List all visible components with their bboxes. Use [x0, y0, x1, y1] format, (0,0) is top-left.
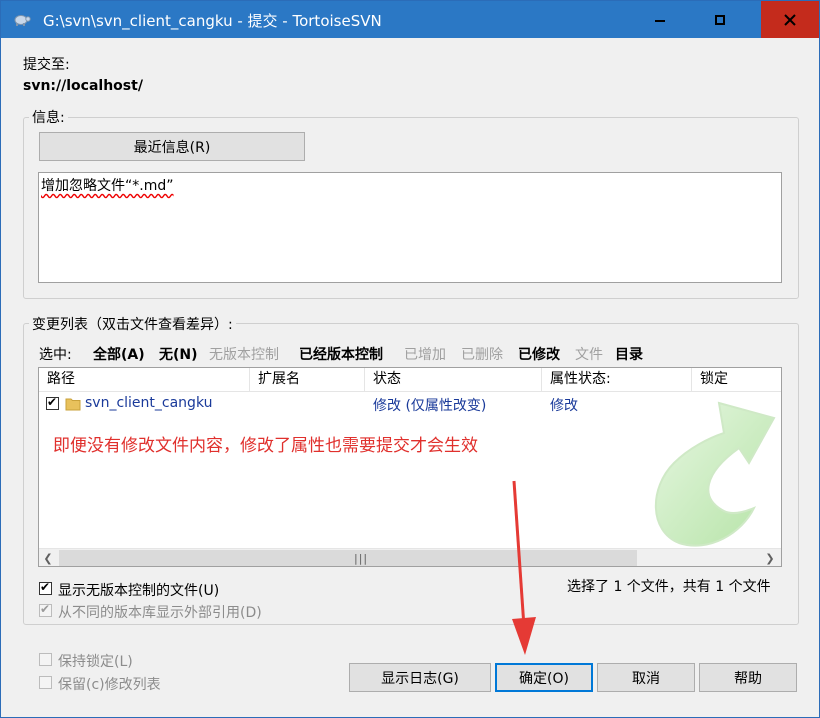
- message-group-label: 信息:: [29, 107, 68, 127]
- keep-changelists-checkbox[interactable]: [39, 676, 52, 689]
- filter-modified[interactable]: 已修改: [518, 344, 560, 364]
- recent-messages-button[interactable]: 最近信息(R): [39, 132, 305, 161]
- maximize-icon: [715, 14, 725, 25]
- horizontal-scrollbar[interactable]: ❮ ||| ❯: [39, 548, 781, 566]
- column-path[interactable]: 路径: [39, 368, 250, 391]
- help-button[interactable]: 帮助: [699, 663, 797, 692]
- select-label: 选中:: [39, 347, 72, 363]
- message-text: 增加忽略文件“*.md”: [41, 178, 174, 194]
- filter-none[interactable]: 无(N): [159, 344, 198, 364]
- row-property-status: 修改: [550, 398, 578, 414]
- scroll-thumb[interactable]: |||: [59, 550, 637, 566]
- maximize-button[interactable]: [691, 1, 749, 38]
- filter-versioned[interactable]: 已经版本控制: [299, 344, 383, 364]
- keep-locks-label: 保持锁定(L): [58, 654, 133, 670]
- column-status[interactable]: 状态: [365, 368, 542, 391]
- changes-list[interactable]: 路径 扩展名 状态 属性状态: 锁定 svn_client_cangku 修改: [38, 367, 782, 567]
- scroll-left-icon[interactable]: ❮: [39, 549, 57, 566]
- column-extension[interactable]: 扩展名: [250, 368, 365, 391]
- list-header: 路径 扩展名 状态 属性状态: 锁定: [39, 368, 781, 392]
- changes-group-label: 变更列表（双击文件查看差异）:: [29, 314, 236, 334]
- row-checkbox[interactable]: [46, 395, 59, 410]
- keep-changelists-label: 保留(c)修改列表: [58, 677, 161, 693]
- selection-summary: 选择了 1 个文件，共有 1 个文件: [567, 579, 771, 595]
- keep-locks-checkbox[interactable]: [39, 653, 52, 666]
- minimize-button[interactable]: [631, 1, 689, 38]
- red-arrow-icon: [512, 480, 536, 655]
- close-icon: [784, 13, 796, 26]
- cancel-button[interactable]: 取消: [597, 663, 695, 692]
- row-status: 修改 (仅属性改变): [373, 398, 487, 414]
- table-row[interactable]: svn_client_cangku 修改 (仅属性改变) 修改: [39, 392, 781, 414]
- filter-directories[interactable]: 目录: [615, 344, 643, 364]
- close-button[interactable]: [761, 1, 819, 38]
- filter-unversioned[interactable]: 无版本控制: [209, 344, 279, 364]
- filter-added[interactable]: 已增加: [404, 344, 446, 364]
- window-title: G:\svn\svn_client_cangku - 提交 - Tortoise…: [43, 12, 382, 30]
- show-log-button[interactable]: 显示日志(G): [349, 663, 491, 692]
- commit-dialog: G:\svn\svn_client_cangku - 提交 - Tortoise…: [0, 0, 820, 718]
- filter-files[interactable]: 文件: [575, 344, 603, 364]
- filter-deleted[interactable]: 已删除: [461, 344, 503, 364]
- show-unversioned-label: 显示无版本控制的文件(U): [58, 583, 220, 599]
- filter-all[interactable]: 全部(A): [93, 344, 145, 364]
- show-unversioned-checkbox[interactable]: [39, 580, 52, 595]
- title-bar[interactable]: G:\svn\svn_client_cangku - 提交 - Tortoise…: [1, 1, 819, 38]
- message-textarea[interactable]: 增加忽略文件“*.md”: [38, 172, 782, 283]
- show-externals-checkbox[interactable]: [39, 602, 52, 617]
- show-externals-label: 从不同的版本库显示外部引用(D): [58, 605, 262, 621]
- tortoise-arrow-watermark-icon: [654, 401, 776, 547]
- scroll-grip-icon: |||: [354, 552, 369, 565]
- annotation-text: 即便没有修改文件内容，修改了属性也需要提交才会生效: [53, 436, 478, 456]
- commit-to-label: 提交至:: [23, 57, 70, 73]
- minimize-icon: [655, 19, 665, 22]
- column-lock[interactable]: 锁定: [692, 368, 781, 391]
- folder-icon: [65, 398, 81, 411]
- commit-url: svn://localhost/: [23, 78, 143, 94]
- scroll-right-icon[interactable]: ❯: [761, 549, 779, 566]
- column-property-status[interactable]: 属性状态:: [542, 368, 692, 391]
- tortoise-icon: [14, 15, 31, 26]
- ok-button[interactable]: 确定(O): [495, 663, 593, 692]
- row-path: svn_client_cangku: [85, 395, 213, 411]
